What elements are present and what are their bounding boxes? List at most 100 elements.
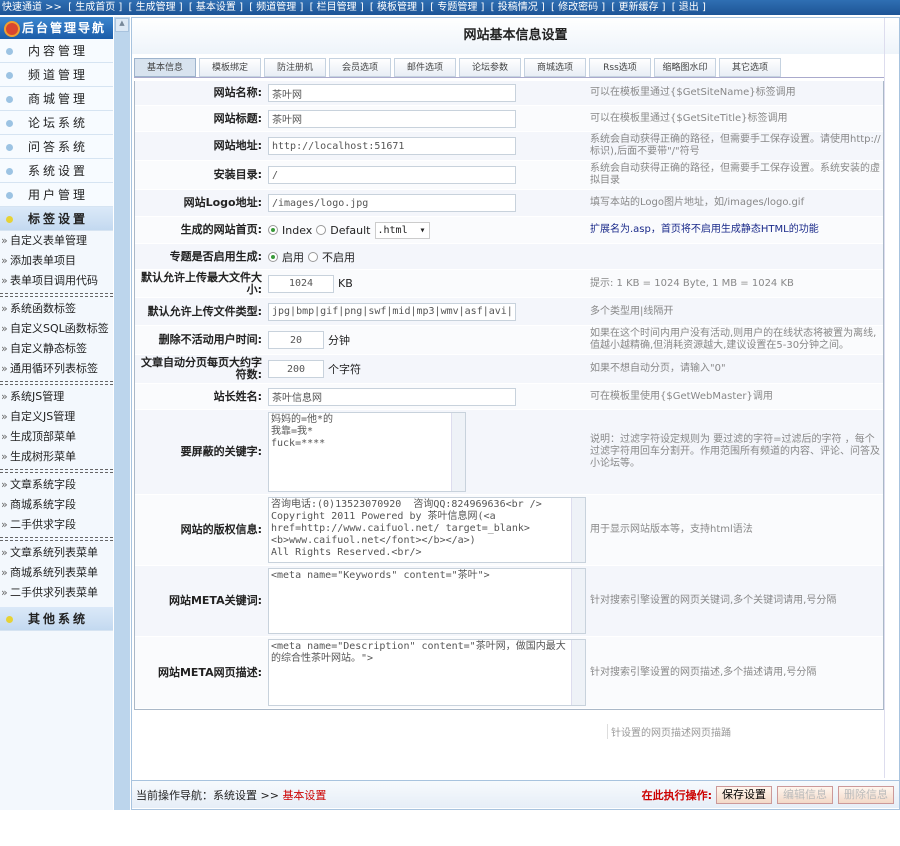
- quick-link-submissions[interactable]: [ 投稿情况 ]: [491, 2, 545, 13]
- sub-link[interactable]: 商城系统字段: [0, 495, 113, 515]
- quick-link-template[interactable]: [ 模板管理 ]: [370, 2, 424, 13]
- sub-link[interactable]: 自定义JS管理: [0, 407, 113, 427]
- site-name-input[interactable]: [268, 84, 516, 102]
- radio-enable[interactable]: [268, 252, 278, 262]
- row-install-dir: 安装目录:系统会自动获得正确的路径，但需要手工保存设置。系统安装的虚拟目录: [135, 161, 883, 190]
- sidebar-item-system[interactable]: 系统设置: [0, 159, 113, 183]
- sub-link[interactable]: 自定义静态标签: [0, 339, 113, 359]
- sidebar-item-users[interactable]: 用户管理: [0, 183, 113, 207]
- logo-input[interactable]: [268, 194, 516, 212]
- divider: [0, 537, 113, 541]
- sidebar-item-other[interactable]: 其他系统: [0, 607, 113, 631]
- sub-link[interactable]: 二手供求列表菜单: [0, 583, 113, 603]
- install-dir-input[interactable]: [268, 166, 516, 184]
- divider: [0, 469, 113, 473]
- row-paging: 文章自动分页每页大约字符数:个字符如果不想自动分页，请输入"0": [135, 355, 883, 384]
- unit: KB: [338, 277, 353, 290]
- row-max-size: 默认允许上传最大文件大小:KB提示: 1 KB = 1024 Byte, 1 M…: [135, 270, 883, 298]
- scrollbar[interactable]: [571, 569, 585, 633]
- sub-link[interactable]: 商城系统列表菜单: [0, 563, 113, 583]
- sidebar-item-channel[interactable]: 频道管理: [0, 63, 113, 87]
- site-title-input[interactable]: [268, 110, 516, 128]
- main-scrollbar[interactable]: [884, 18, 898, 778]
- bullet-icon: [6, 72, 13, 79]
- quick-link-channel[interactable]: [ 频道管理 ]: [249, 2, 303, 13]
- keyword-filter-textarea[interactable]: 妈妈的=他*的 我靠=我* fuck=****: [268, 412, 466, 492]
- sub-link[interactable]: 表单项目调用代码: [0, 271, 113, 291]
- sub-link[interactable]: 自定义SQL函数标签: [0, 319, 113, 339]
- sub-link[interactable]: 文章系统字段: [0, 475, 113, 495]
- radio-index-label[interactable]: Index: [282, 224, 312, 237]
- radio-default[interactable]: [316, 225, 326, 235]
- sidebar-scrollbar[interactable]: ▲: [114, 17, 130, 810]
- sub-link[interactable]: 生成树形菜单: [0, 447, 113, 467]
- tooltip-remnant: 针设置的网页描述网页描踊: [607, 724, 731, 739]
- sidebar-item-label: 系统设置: [28, 164, 88, 178]
- main-panel: 网站基本信息设置 基本信息 模板绑定 防注册机 会员选项 邮件选项 论坛参数 商…: [131, 17, 900, 810]
- sidebar-item-qa[interactable]: 问答系统: [0, 135, 113, 159]
- hint: 如果不想自动分页，请输入"0": [586, 355, 883, 383]
- site-url-input[interactable]: [268, 137, 516, 155]
- hint: 针对搜索引擎设置的网页描述,多个描述请用,号分隔: [586, 637, 883, 708]
- sidebar-item-content[interactable]: 内容管理: [0, 39, 113, 63]
- tab-anti-bot[interactable]: 防注册机: [264, 58, 326, 77]
- label: 安装目录:: [135, 161, 266, 189]
- quick-link-cache[interactable]: [ 更新缓存 ]: [611, 2, 665, 13]
- radio-disable-label[interactable]: 不启用: [322, 249, 355, 265]
- save-button[interactable]: 保存设置: [716, 786, 772, 804]
- radio-default-label[interactable]: Default: [330, 224, 370, 237]
- meta-description-textarea[interactable]: <meta name="Description" content="茶叶网，做国…: [268, 639, 586, 706]
- sub-link[interactable]: 系统JS管理: [0, 387, 113, 407]
- tab-mail[interactable]: 邮件选项: [394, 58, 456, 77]
- sub-link[interactable]: 二手供求字段: [0, 515, 113, 535]
- sidebar-item-forum[interactable]: 论坛系统: [0, 111, 113, 135]
- quick-link-generate-manage[interactable]: [ 生成管理 ]: [128, 2, 182, 13]
- scroll-up-icon[interactable]: ▲: [115, 18, 129, 32]
- tab-rss[interactable]: Rss选项: [589, 58, 651, 77]
- sidebar-item-label: 内容管理: [28, 44, 88, 58]
- sub-link[interactable]: 生成顶部菜单: [0, 427, 113, 447]
- label: 生成的网站首页:: [135, 217, 266, 243]
- textarea-content: <meta name="Description" content="茶叶网，做国…: [271, 641, 566, 664]
- tab-forum[interactable]: 论坛参数: [459, 58, 521, 77]
- sub-link[interactable]: 系统函数标签: [0, 299, 113, 319]
- quick-nav-prefix: 快速通道 >>: [2, 2, 62, 13]
- tab-other[interactable]: 其它选项: [719, 58, 781, 77]
- quick-link-basic-settings[interactable]: [ 基本设置 ]: [189, 2, 243, 13]
- quick-link-topic[interactable]: [ 专题管理 ]: [430, 2, 484, 13]
- scrollbar[interactable]: [571, 640, 585, 705]
- radio-index[interactable]: [268, 225, 278, 235]
- scrollbar[interactable]: [571, 498, 585, 562]
- quick-link-logout[interactable]: [ 退出 ]: [672, 2, 706, 13]
- tab-watermark[interactable]: 缩略图水印: [654, 58, 716, 77]
- sub-link[interactable]: 文章系统列表菜单: [0, 543, 113, 563]
- bullet-icon: [6, 616, 13, 623]
- sub-link[interactable]: 自定义表单管理: [0, 231, 113, 251]
- sub-link[interactable]: 添加表单项目: [0, 251, 113, 271]
- quick-link-column[interactable]: [ 栏目管理 ]: [310, 2, 364, 13]
- inactive-input[interactable]: [268, 331, 324, 349]
- sidebar-item-shop[interactable]: 商城管理: [0, 87, 113, 111]
- tab-member[interactable]: 会员选项: [329, 58, 391, 77]
- delete-button[interactable]: 删除信息: [838, 786, 894, 804]
- radio-enable-label[interactable]: 启用: [282, 249, 304, 265]
- tab-basic[interactable]: 基本信息: [134, 58, 196, 77]
- file-types-input[interactable]: [268, 303, 516, 321]
- edit-button[interactable]: 编辑信息: [777, 786, 833, 804]
- meta-keywords-textarea[interactable]: <meta name="Keywords" content="茶叶">: [268, 568, 586, 634]
- hint: 用于显示网站版本等，支持html语法: [586, 495, 883, 565]
- scrollbar[interactable]: [451, 413, 465, 491]
- paging-input[interactable]: [268, 360, 324, 378]
- sub-link[interactable]: 通用循环列表标签: [0, 359, 113, 379]
- label: 网站名称:: [135, 81, 266, 105]
- webmaster-input[interactable]: [268, 388, 516, 406]
- quick-link-generate-home[interactable]: [ 生成首页 ]: [68, 2, 122, 13]
- tab-template[interactable]: 模板绑定: [199, 58, 261, 77]
- tab-shop[interactable]: 商城选项: [524, 58, 586, 77]
- quick-link-password[interactable]: [ 修改密码 ]: [551, 2, 605, 13]
- sidebar-item-tags[interactable]: 标签设置: [0, 207, 113, 231]
- extension-select[interactable]: .html: [375, 222, 430, 239]
- max-size-input[interactable]: [268, 275, 334, 293]
- copyright-textarea[interactable]: 咨询电话:(0)13523070920 咨询QQ:824969636<br />…: [268, 497, 586, 563]
- radio-disable[interactable]: [308, 252, 318, 262]
